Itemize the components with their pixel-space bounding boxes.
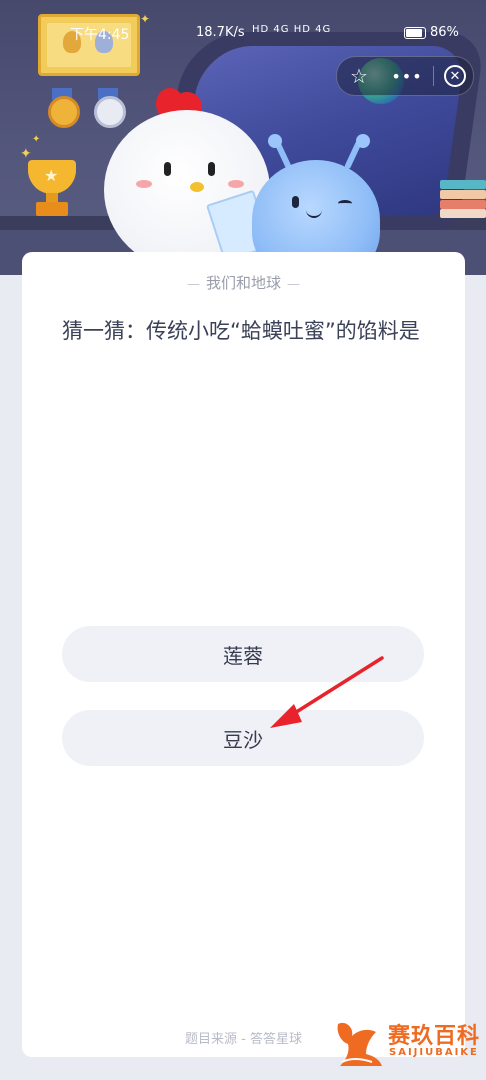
mini-program-capsule: ☆ ••• ✕ (336, 56, 474, 96)
answer-option-label: 豆沙 (223, 727, 263, 752)
ellipsis-icon: ••• (391, 66, 423, 86)
question-text: 猜一猜：传统小吃“蛤蟆吐蜜”的馅料是 (62, 319, 420, 343)
battery-percent: 86% (430, 25, 459, 40)
books-stack (440, 180, 486, 218)
answer-option-1[interactable]: 莲蓉 (62, 626, 424, 682)
answer-option-2[interactable]: 豆沙 (62, 710, 424, 766)
more-button[interactable]: ••• (387, 57, 427, 95)
whale-logo-icon (337, 1022, 382, 1066)
battery-icon (404, 27, 426, 39)
watermark-brand-cn: 赛玖百科 (388, 1024, 481, 1049)
star-icon: ★ (44, 166, 59, 185)
heading-dash-right-icon: — (287, 277, 300, 292)
close-icon: ✕ (444, 65, 466, 87)
gold-medal-icon (48, 96, 80, 128)
quiz-card: — 我们和地球 — 猜一猜：传统小吃“蛤蟆吐蜜”的馅料是 莲蓉 豆沙 题目来源 - … (22, 252, 465, 1057)
sparkle-icon: ✦ (32, 134, 41, 145)
answer-option-label: 莲蓉 (223, 643, 263, 668)
status-bar: 下午4:45 18.7K/s HD 4G HD 4G 86% (0, 0, 486, 44)
star-outline-icon: ☆ (350, 64, 368, 88)
heading-dash-left-icon: — (186, 277, 200, 292)
silver-medal-icon (94, 96, 126, 128)
signal-icons: HD 4G HD 4G (252, 24, 332, 35)
network-speed: 18.7K/s (196, 25, 245, 40)
close-button[interactable]: ✕ (435, 57, 475, 95)
favorite-button[interactable]: ☆ (339, 57, 379, 95)
watermark-brand-en: SAIJIUBAIKE (389, 1047, 479, 1058)
card-heading: — 我们和地球 — (22, 272, 465, 293)
category-title: 我们和地球 (205, 274, 281, 292)
status-time: 下午4:45 (70, 27, 130, 43)
